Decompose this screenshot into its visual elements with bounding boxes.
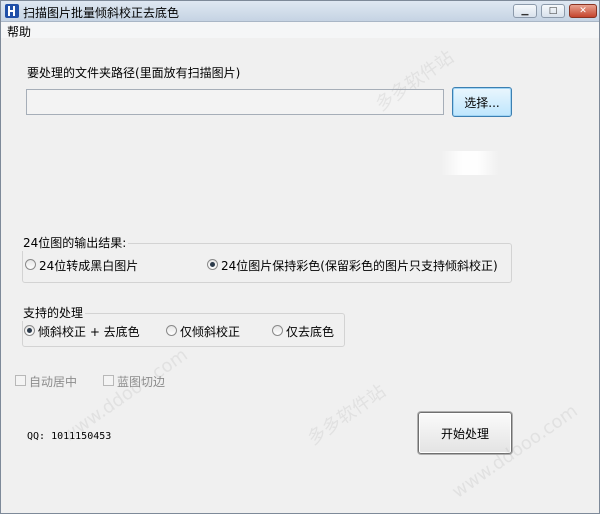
output-group-title: 24位图的输出结果: bbox=[21, 234, 129, 251]
radio-deskew-only[interactable] bbox=[166, 325, 177, 336]
app-icon bbox=[5, 4, 19, 18]
blueprint-trim-label[interactable]: 蓝图切边 bbox=[117, 373, 165, 390]
processing-group-title: 支持的处理 bbox=[21, 304, 86, 321]
qq-contact: QQ: 1011150453 bbox=[27, 431, 112, 442]
watermark-text: 多多软件站 bbox=[303, 380, 390, 450]
maximize-icon: □ bbox=[548, 6, 558, 16]
radio-bg-only[interactable] bbox=[272, 325, 283, 336]
menu-bar: 帮助 bbox=[1, 22, 599, 40]
app-window: 扫描图片批量倾斜校正去底色 ▁ □ ✕ 帮助 要处理的文件夹路径(里面放有扫描图… bbox=[0, 0, 600, 514]
minimize-icon: ▁ bbox=[521, 6, 529, 16]
image-smudge bbox=[441, 151, 499, 175]
radio-deskew-and-bg[interactable] bbox=[24, 325, 35, 336]
close-icon: ✕ bbox=[579, 6, 587, 16]
radio-bg-only-label[interactable]: 仅去底色 bbox=[286, 323, 334, 340]
blueprint-trim-checkbox[interactable] bbox=[103, 375, 114, 386]
auto-center-label[interactable]: 自动居中 bbox=[29, 373, 77, 390]
maximize-button[interactable]: □ bbox=[541, 4, 565, 18]
radio-bw-label[interactable]: 24位转成黑白图片 bbox=[39, 257, 138, 274]
close-button[interactable]: ✕ bbox=[569, 4, 597, 18]
folder-path-label: 要处理的文件夹路径(里面放有扫描图片) bbox=[27, 66, 241, 80]
auto-center-checkbox[interactable] bbox=[15, 375, 26, 386]
radio-keep-color[interactable] bbox=[207, 259, 218, 270]
radio-keep-color-label[interactable]: 24位图片保持彩色(保留彩色的图片只支持倾斜校正) bbox=[221, 257, 498, 274]
folder-path-input[interactable] bbox=[26, 89, 444, 115]
window-title: 扫描图片批量倾斜校正去底色 bbox=[23, 6, 180, 20]
radio-deskew-and-bg-label[interactable]: 倾斜校正 + 去底色 bbox=[38, 323, 140, 340]
select-folder-button[interactable]: 选择... bbox=[452, 87, 512, 117]
radio-bw[interactable] bbox=[25, 259, 36, 270]
menu-help[interactable]: 帮助 bbox=[7, 23, 31, 40]
minimize-button[interactable]: ▁ bbox=[513, 4, 537, 18]
title-bar[interactable]: 扫描图片批量倾斜校正去底色 ▁ □ ✕ bbox=[1, 1, 599, 22]
radio-deskew-only-label[interactable]: 仅倾斜校正 bbox=[180, 323, 240, 340]
start-processing-button[interactable]: 开始处理 bbox=[418, 412, 512, 454]
